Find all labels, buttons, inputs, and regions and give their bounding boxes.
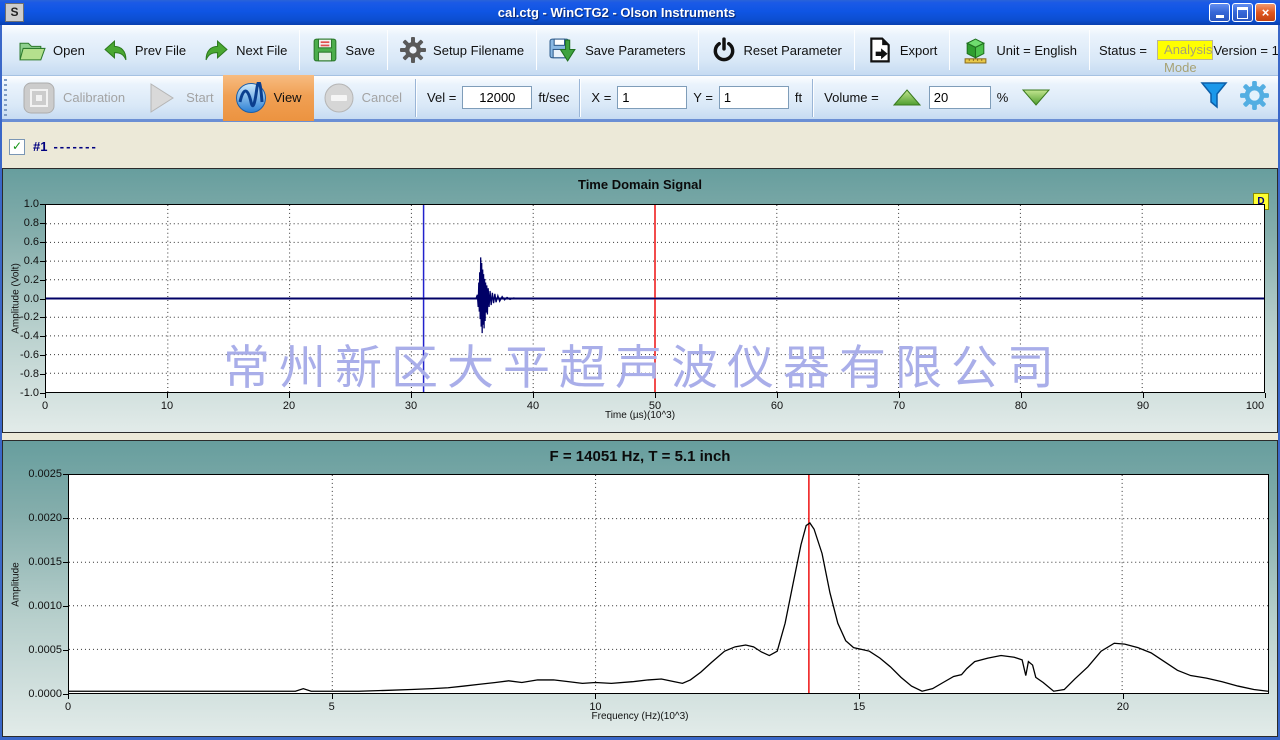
channel-checkbox[interactable]: ✓ — [9, 139, 25, 155]
reset-parameter-button-label: Reset Parameter — [744, 43, 842, 58]
separator — [536, 30, 537, 70]
channel-label: #1 — [33, 139, 47, 154]
restore-button[interactable] — [1232, 3, 1253, 22]
file-toolbar: Open Prev File Next File Save — [0, 25, 1280, 76]
frequency-x-axis-label: Frequency (Hz)(10^3) — [3, 711, 1277, 722]
reset-parameter-button[interactable]: Reset Parameter — [702, 29, 851, 71]
settings-button[interactable] — [1239, 80, 1270, 116]
channel-line-sample: ------- — [53, 139, 97, 154]
close-icon: × — [1262, 6, 1270, 19]
status-label: Status = — [1099, 43, 1147, 58]
calibration-button-label: Calibration — [63, 90, 125, 105]
time-domain-chart-title: Time Domain Signal — [3, 177, 1277, 192]
save-button[interactable]: Save — [303, 29, 384, 71]
volume-label: Volume = — [824, 90, 879, 105]
setup-filename-button[interactable]: Setup Filename — [391, 29, 533, 71]
view-wave-icon — [235, 82, 267, 114]
filter-button[interactable] — [1199, 80, 1229, 115]
status-value-box: Analysis Mode — [1157, 40, 1213, 60]
checkmark-icon: ✓ — [12, 139, 22, 153]
open-button[interactable]: Open — [10, 29, 94, 71]
toolbar-drag-handle[interactable] — [4, 79, 7, 117]
frequency-chart: F = 14051 Hz, T = 5.1 inch Amplitude Fre… — [2, 440, 1278, 737]
titlebar: S cal.ctg - WinCTG2 - Olson Instruments … — [0, 0, 1280, 25]
minimize-button[interactable] — [1209, 3, 1230, 22]
x-input[interactable] — [617, 86, 687, 109]
velocity-label: Vel = — [427, 90, 456, 105]
prev-file-button[interactable]: Prev File — [94, 29, 195, 71]
start-play-icon — [143, 80, 179, 116]
save-floppy-icon — [312, 37, 338, 63]
restore-icon — [1237, 7, 1248, 19]
next-file-button[interactable]: Next File — [195, 29, 296, 71]
calibration-icon — [22, 81, 56, 115]
separator — [949, 30, 950, 70]
volume-unit: % — [997, 90, 1009, 105]
view-button[interactable]: View — [223, 75, 314, 121]
unit-button-label: Unit = English — [996, 43, 1077, 58]
save-parameters-button-label: Save Parameters — [585, 43, 685, 58]
setup-gear-icon — [400, 37, 426, 63]
minimize-icon — [1216, 15, 1224, 18]
volume-down-icon — [1022, 89, 1050, 106]
volume-down-button[interactable] — [1022, 89, 1050, 106]
separator — [579, 79, 581, 117]
next-file-button-label: Next File — [236, 43, 287, 58]
separator — [415, 79, 417, 117]
prev-file-button-label: Prev File — [135, 43, 186, 58]
cancel-icon — [323, 82, 355, 114]
separator — [854, 30, 855, 70]
start-button[interactable]: Start — [134, 77, 222, 119]
power-icon — [711, 37, 737, 63]
separator — [387, 30, 388, 70]
channel-row: ✓ #1 ------- — [0, 125, 1280, 168]
save-button-label: Save — [345, 43, 375, 58]
cancel-button[interactable]: Cancel — [314, 77, 411, 119]
save-parameters-icon — [549, 37, 578, 64]
export-button-label: Export — [900, 43, 938, 58]
cancel-button-label: Cancel — [362, 90, 402, 105]
unit-button[interactable]: Unit = English — [953, 29, 1086, 71]
time-domain-signal-svg — [46, 205, 1264, 392]
close-button[interactable]: × — [1255, 3, 1276, 22]
velocity-input[interactable] — [462, 86, 532, 109]
time-domain-plot-area[interactable] — [45, 204, 1265, 393]
velocity-unit: ft/sec — [538, 90, 569, 105]
calibration-button[interactable]: Calibration — [13, 77, 134, 119]
settings-gear-icon — [1239, 80, 1270, 111]
window-controls: × — [1209, 3, 1276, 22]
xy-unit: ft — [795, 90, 802, 105]
volume-up-icon — [893, 89, 921, 106]
separator — [1089, 30, 1090, 70]
open-folder-icon — [19, 39, 46, 62]
volume-up-button[interactable] — [893, 89, 921, 106]
y-label: Y = — [693, 90, 713, 105]
view-button-label: View — [274, 90, 302, 105]
x-label: X = — [591, 90, 611, 105]
version-label: Version = 1.0 — [1213, 43, 1280, 58]
app-icon: S — [5, 3, 24, 22]
next-file-icon — [204, 39, 229, 62]
setup-filename-button-label: Setup Filename — [433, 43, 524, 58]
prev-file-icon — [103, 39, 128, 62]
filter-funnel-icon — [1199, 80, 1229, 110]
action-toolbar: Calibration Start View Cancel Vel = ft/s… — [0, 76, 1280, 122]
y-input[interactable] — [719, 86, 789, 109]
unit-cube-icon — [962, 37, 989, 64]
separator — [812, 79, 814, 117]
separator — [299, 30, 300, 70]
frequency-plot-area[interactable] — [68, 474, 1269, 694]
window-title: cal.ctg - WinCTG2 - Olson Instruments — [24, 5, 1209, 20]
start-button-label: Start — [186, 90, 213, 105]
separator — [698, 30, 699, 70]
window-border-left — [0, 25, 2, 740]
open-button-label: Open — [53, 43, 85, 58]
frequency-chart-title: F = 14051 Hz, T = 5.1 inch — [3, 448, 1277, 465]
export-button[interactable]: Export — [858, 29, 947, 71]
export-icon — [867, 37, 893, 63]
frequency-spectrum-svg — [69, 475, 1268, 693]
save-parameters-button[interactable]: Save Parameters — [540, 29, 694, 71]
time-domain-chart: Time Domain Signal D Amplitude (Volt) Ti… — [2, 168, 1278, 433]
volume-input[interactable] — [929, 86, 991, 109]
